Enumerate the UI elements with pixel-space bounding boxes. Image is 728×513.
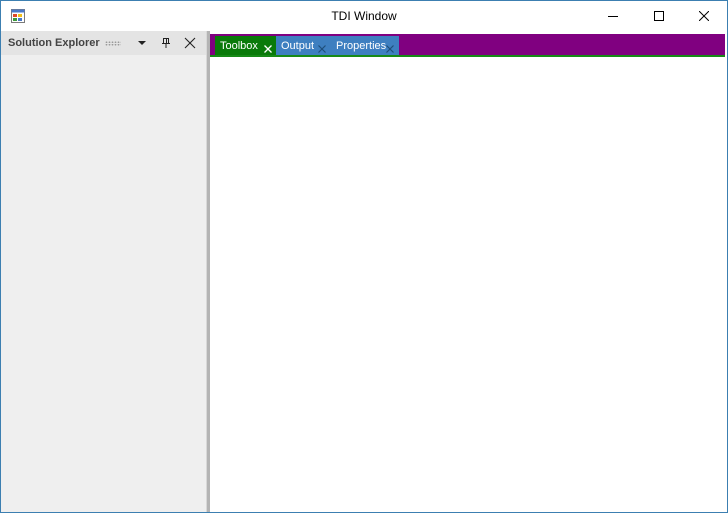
tabbed-document-area: Toolbox Output Properties <box>210 31 727 512</box>
pin-icon <box>162 38 170 48</box>
tab-label: Properties <box>336 40 387 52</box>
dropdown-arrow-icon <box>138 41 146 45</box>
close-window-button[interactable] <box>681 1 727 31</box>
document-content[interactable] <box>210 57 726 512</box>
solution-explorer-panel: Solution Explorer <box>1 31 206 512</box>
close-tab-icon[interactable] <box>317 41 327 53</box>
drag-grip-icon[interactable] <box>105 41 121 46</box>
tab-label: Output <box>281 40 315 52</box>
close-icon <box>184 37 196 49</box>
tab-output[interactable]: Output <box>276 36 331 56</box>
dock-panel-header[interactable]: Solution Explorer <box>1 31 206 55</box>
tab-label: Toolbox <box>220 40 258 52</box>
auto-hide-pin-button[interactable] <box>159 36 173 50</box>
maximize-button[interactable] <box>636 1 682 31</box>
maximize-icon <box>654 11 664 21</box>
close-icon <box>699 11 709 21</box>
title-bar[interactable]: TDI Window <box>1 1 727 31</box>
tab-properties[interactable]: Properties <box>331 36 399 56</box>
tab-toolbox[interactable]: Toolbox <box>215 36 277 56</box>
dock-panel-title: Solution Explorer <box>8 37 100 49</box>
close-tab-icon[interactable] <box>385 41 395 53</box>
tab-strip: Toolbox Output Properties <box>210 34 725 56</box>
minimize-button[interactable] <box>590 1 636 31</box>
minimize-icon <box>608 16 618 17</box>
main-window: TDI Window Solution Explorer Toolbox Out… <box>0 0 728 513</box>
panel-close-button[interactable] <box>183 36 197 50</box>
panel-menu-button[interactable] <box>135 36 149 50</box>
close-tab-icon[interactable] <box>263 41 273 53</box>
